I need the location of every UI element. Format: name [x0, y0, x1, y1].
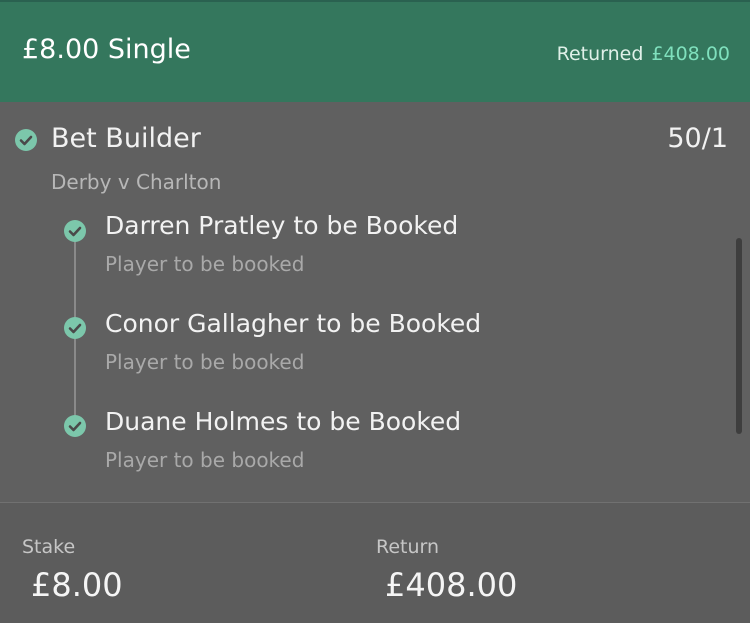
bet-title: £8.00 Single: [22, 34, 191, 65]
bet-builder-title: Bet Builder: [51, 123, 201, 154]
bet-odds: 50/1: [667, 123, 728, 154]
returned-label: Returned: [556, 43, 644, 65]
bet-details: Bet Builder 50/1 Derby v Charlton Darren…: [0, 102, 750, 502]
selection-title: Conor Gallagher to be Booked: [105, 309, 482, 338]
stake-value: £8.00: [31, 566, 123, 604]
check-circle-icon: [64, 317, 86, 339]
selection-title: Darren Pratley to be Booked: [105, 211, 459, 240]
selection-market: Player to be booked: [105, 448, 305, 472]
bet-summary: Stake £8.00 Return £408.00: [0, 502, 750, 623]
return-value: £408.00: [385, 566, 518, 604]
bet-header: £8.00 Single Returned £408.00: [0, 0, 750, 102]
match-name: Derby v Charlton: [51, 170, 222, 194]
selection-title: Duane Holmes to be Booked: [105, 407, 462, 436]
returned-info: Returned £408.00: [557, 43, 730, 65]
return-label: Return: [376, 536, 440, 558]
stake-label: Stake: [22, 536, 76, 558]
selection-market: Player to be booked: [105, 350, 305, 374]
selection-market: Player to be booked: [105, 252, 305, 276]
check-circle-icon: [64, 415, 86, 437]
returned-amount: £408.00: [651, 43, 730, 65]
scrollbar[interactable]: [736, 238, 742, 434]
check-circle-icon: [64, 220, 86, 242]
check-circle-icon: [15, 129, 37, 151]
